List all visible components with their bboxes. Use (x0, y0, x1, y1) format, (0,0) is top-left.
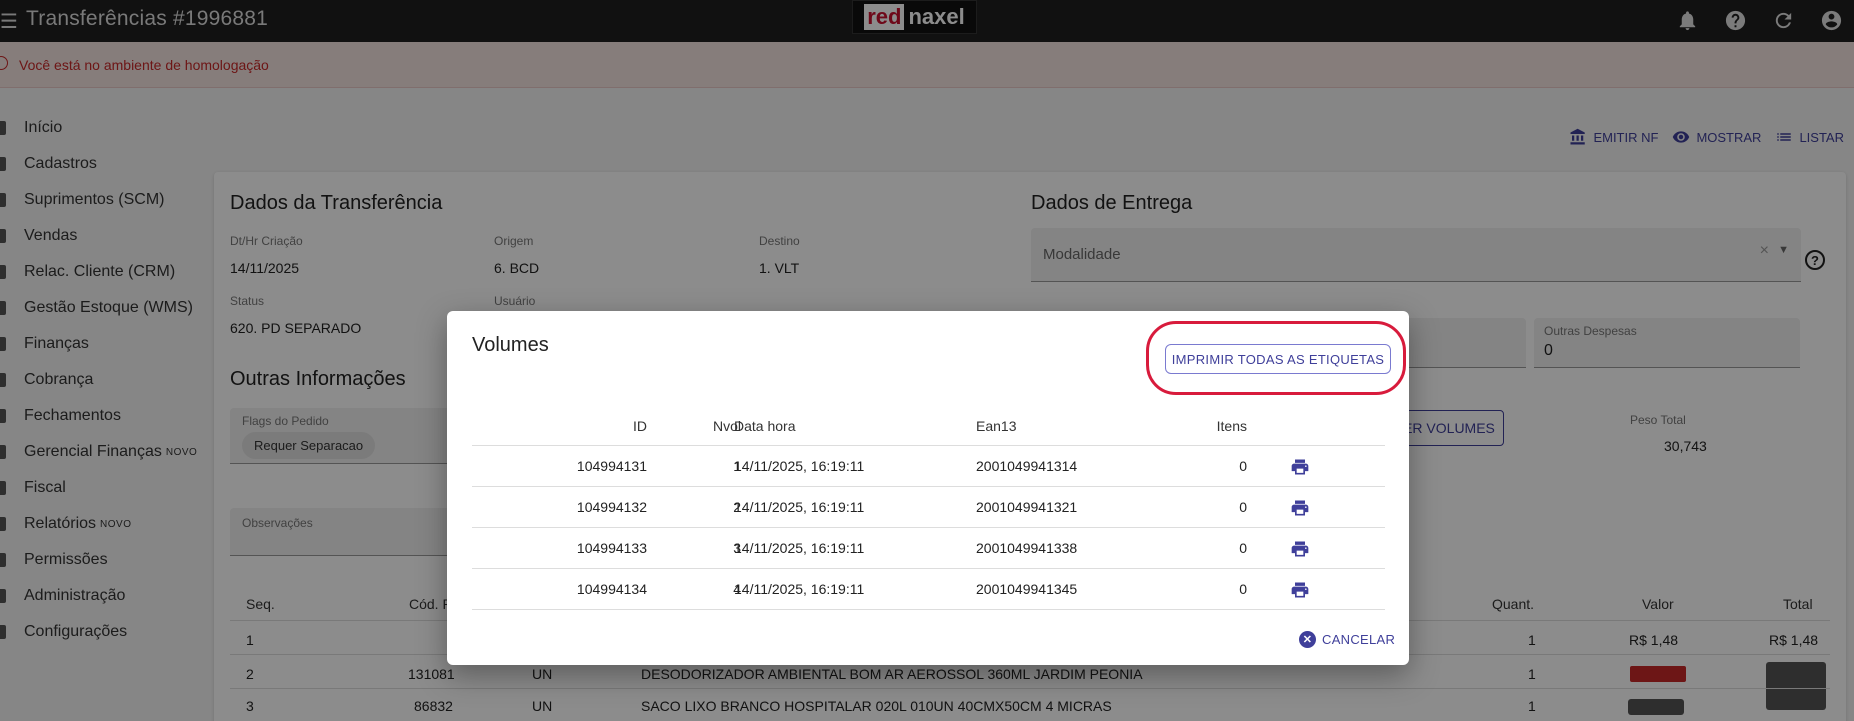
cell-itens: 0 (1239, 499, 1247, 515)
cell-datahora: 14/11/2025, 16:19:11 (734, 540, 865, 556)
row-divider (472, 527, 1385, 528)
cancel-label: CANCELAR (1322, 632, 1396, 647)
print-icon[interactable] (1290, 580, 1310, 600)
row-divider (472, 445, 1385, 446)
cell-itens: 0 (1239, 540, 1247, 556)
col-itens: Itens (1216, 418, 1247, 434)
cell-id: 104994133 (576, 540, 647, 556)
col-id: ID (633, 418, 647, 434)
print-icon[interactable] (1290, 498, 1310, 518)
cell-ean13: 2001049941345 (976, 581, 1078, 597)
row-divider (472, 568, 1385, 569)
cell-ean13: 2001049941338 (976, 540, 1078, 556)
cancel-button[interactable]: ✕ CANCELAR (1299, 631, 1395, 648)
volumes-dialog: Volumes IMPRIMIR TODAS AS ETIQUETAS ID N… (447, 311, 1409, 665)
row-divider (472, 486, 1385, 487)
cell-datahora: 14/11/2025, 16:19:11 (734, 458, 865, 474)
col-datahora: Data hora (734, 418, 796, 434)
print-icon[interactable] (1290, 457, 1310, 477)
print-icon[interactable] (1290, 539, 1310, 559)
cell-ean13: 2001049941314 (976, 458, 1078, 474)
cell-datahora: 14/11/2025, 16:19:11 (734, 499, 865, 515)
cell-id: 104994131 (576, 458, 647, 474)
row-divider (472, 609, 1385, 610)
dialog-title: Volumes (472, 334, 549, 356)
cell-nvol: 2 (733, 499, 741, 515)
cell-nvol: 1 (733, 458, 741, 474)
cell-itens: 0 (1239, 458, 1247, 474)
print-all-labels-button[interactable]: IMPRIMIR TODAS AS ETIQUETAS (1165, 344, 1391, 374)
cell-itens: 0 (1239, 581, 1247, 597)
close-icon: ✕ (1299, 631, 1316, 648)
col-ean13: Ean13 (976, 418, 1017, 434)
cell-ean13: 2001049941321 (976, 499, 1078, 515)
cell-nvol: 3 (733, 540, 741, 556)
cell-id: 104994134 (576, 581, 647, 597)
cell-nvol: 4 (733, 581, 741, 597)
cell-id: 104994132 (576, 499, 647, 515)
cell-datahora: 14/11/2025, 16:19:11 (734, 581, 865, 597)
col-nvol: Nvol (712, 418, 741, 434)
